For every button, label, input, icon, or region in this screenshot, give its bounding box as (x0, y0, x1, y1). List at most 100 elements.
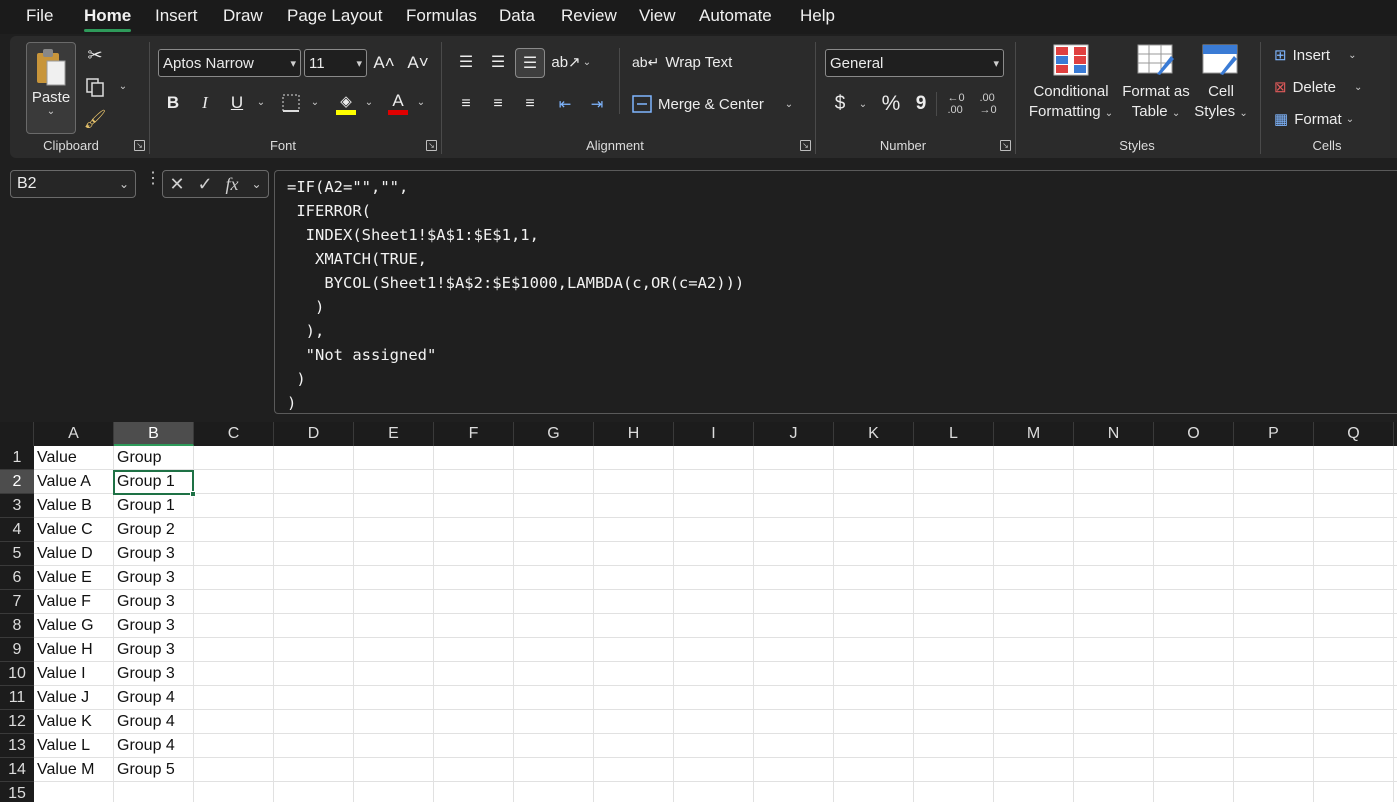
spreadsheet-grid[interactable]: ABCDEFGHIJKLMNOPQ 1 Value Group 2 Value A Gro… (0, 422, 1397, 802)
menu-help[interactable]: Help (800, 6, 835, 26)
row-header-2[interactable]: 2 (0, 470, 34, 494)
cell-b4[interactable]: Group 2 (114, 518, 194, 542)
row-header-6[interactable]: 6 (0, 566, 34, 590)
cell-b11[interactable]: Group 4 (114, 686, 194, 710)
font-name-combo[interactable]: Aptos Narrow ▾ (158, 49, 301, 77)
cell-a13[interactable]: Value L (34, 734, 114, 758)
menu-insert[interactable]: Insert (155, 6, 198, 26)
column-header-p[interactable]: P (1234, 422, 1314, 446)
row-header-3[interactable]: 3 (0, 494, 34, 518)
percent-button[interactable]: % (878, 92, 904, 116)
select-all-corner[interactable] (0, 422, 34, 446)
cell-a15[interactable] (34, 782, 114, 802)
menu-review[interactable]: Review (561, 6, 617, 26)
row-header-10[interactable]: 10 (0, 662, 34, 686)
menu-file[interactable]: File (26, 6, 53, 26)
cell-b14[interactable]: Group 5 (114, 758, 194, 782)
column-header-d[interactable]: D (274, 422, 354, 446)
align-top-button[interactable]: ☰ (454, 50, 478, 74)
more-options-icon[interactable]: ⋮ (145, 171, 161, 187)
cell-a10[interactable]: Value I (34, 662, 114, 686)
alignment-launcher-icon[interactable]: ↘ (800, 140, 811, 151)
cut-button[interactable]: ✂ (84, 44, 106, 66)
orientation-button[interactable]: ab↗ (551, 50, 580, 74)
insert-cells-button[interactable]: ⊞ Insert ⌄ (1274, 44, 1356, 66)
align-left-button[interactable]: ≡ (454, 92, 478, 116)
row-header-9[interactable]: 9 (0, 638, 34, 662)
cell-b13[interactable]: Group 4 (114, 734, 194, 758)
row-header-14[interactable]: 14 (0, 758, 34, 782)
cell-b3[interactable]: Group 1 (114, 494, 194, 518)
column-header-c[interactable]: C (194, 422, 274, 446)
increase-indent-button[interactable]: ⇥ (585, 92, 609, 116)
paste-button[interactable]: Paste ⌄ (26, 42, 76, 134)
font-color-dropdown[interactable]: ⌄ (414, 94, 428, 110)
column-header-g[interactable]: G (514, 422, 594, 446)
cell-b15[interactable] (114, 782, 194, 802)
borders-button[interactable] (280, 92, 302, 114)
name-box[interactable]: B2 ⌄ (10, 170, 136, 198)
column-header-i[interactable]: I (674, 422, 754, 446)
menu-page-layout[interactable]: Page Layout (287, 6, 382, 26)
copy-dropdown[interactable]: ⌄ (116, 78, 130, 94)
menu-formulas[interactable]: Formulas (406, 6, 477, 26)
column-header-l[interactable]: L (914, 422, 994, 446)
cell-a14[interactable]: Value M (34, 758, 114, 782)
column-header-k[interactable]: K (834, 422, 914, 446)
delete-cells-button[interactable]: ⊠ Delete ⌄ (1274, 76, 1362, 98)
cell-a12[interactable]: Value K (34, 710, 114, 734)
number-format-combo[interactable]: General ▾ (825, 49, 1004, 77)
column-header-n[interactable]: N (1074, 422, 1154, 446)
grow-font-button[interactable]: A˄ (372, 52, 396, 74)
insert-function-icon[interactable]: fx (226, 174, 239, 195)
conditional-formatting-button[interactable]: Conditional Formatting ⌄ (1024, 44, 1118, 130)
cell-b5[interactable]: Group 3 (114, 542, 194, 566)
column-header-q[interactable]: Q (1314, 422, 1394, 446)
row-header-13[interactable]: 13 (0, 734, 34, 758)
align-bottom-button[interactable]: ☰ (515, 48, 545, 78)
clipboard-launcher-icon[interactable]: ↘ (134, 140, 145, 151)
cell-b8[interactable]: Group 3 (114, 614, 194, 638)
font-size-combo[interactable]: 11 ▾ (304, 49, 367, 77)
cell-a11[interactable]: Value J (34, 686, 114, 710)
cell-b7[interactable]: Group 3 (114, 590, 194, 614)
currency-button[interactable]: $ (830, 92, 850, 116)
row-header-4[interactable]: 4 (0, 518, 34, 542)
cell-b12[interactable]: Group 4 (114, 710, 194, 734)
menu-automate[interactable]: Automate (699, 6, 772, 26)
chevron-down-icon[interactable]: ⌄ (251, 177, 261, 191)
row-header-15[interactable]: 15 (0, 782, 34, 802)
menu-draw[interactable]: Draw (223, 6, 263, 26)
column-header-o[interactable]: O (1154, 422, 1234, 446)
number-launcher-icon[interactable]: ↘ (1000, 140, 1011, 151)
cell-b6[interactable]: Group 3 (114, 566, 194, 590)
row-header-7[interactable]: 7 (0, 590, 34, 614)
cell-styles-button[interactable]: Cell Styles ⌄ (1190, 44, 1252, 130)
formula-input[interactable]: =IF(A2="","", IFERROR( INDEX(Sheet1!$A$1… (274, 170, 1397, 414)
align-middle-button[interactable]: ☰ (486, 50, 510, 74)
column-header-j[interactable]: J (754, 422, 834, 446)
cell-b1[interactable]: Group (114, 446, 194, 470)
menu-home[interactable]: Home (84, 6, 132, 32)
cell-a7[interactable]: Value F (34, 590, 114, 614)
underline-dropdown[interactable]: ⌄ (254, 94, 268, 110)
row-header-12[interactable]: 12 (0, 710, 34, 734)
cell-a2[interactable]: Value A (34, 470, 114, 494)
column-header-b[interactable]: B (114, 422, 194, 446)
font-color-button[interactable]: A (386, 90, 410, 116)
column-header-h[interactable]: H (594, 422, 674, 446)
cancel-icon[interactable]: ✕ (169, 174, 184, 195)
orientation-dropdown[interactable]: ⌄ (580, 54, 594, 70)
decrease-indent-button[interactable]: ⇤ (553, 92, 577, 116)
cell-a4[interactable]: Value C (34, 518, 114, 542)
comma-style-button[interactable]: 9 (912, 92, 930, 116)
row-header-5[interactable]: 5 (0, 542, 34, 566)
row-header-11[interactable]: 11 (0, 686, 34, 710)
cell-b9[interactable]: Group 3 (114, 638, 194, 662)
column-header-m[interactable]: M (994, 422, 1074, 446)
cell-a1[interactable]: Value (34, 446, 114, 470)
font-launcher-icon[interactable]: ↘ (426, 140, 437, 151)
borders-dropdown[interactable]: ⌄ (308, 94, 322, 110)
row-header-8[interactable]: 8 (0, 614, 34, 638)
cell-a6[interactable]: Value E (34, 566, 114, 590)
